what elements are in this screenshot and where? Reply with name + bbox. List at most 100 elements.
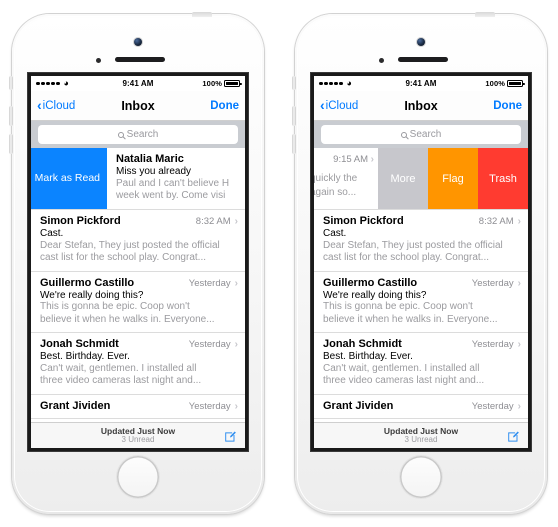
chevron-right-icon: › <box>234 400 238 412</box>
status-battery-area-right: 100% <box>437 79 525 88</box>
email-sender: Jonah Schmidt <box>40 338 119 350</box>
flag-button[interactable]: Flag <box>428 148 478 209</box>
back-button-right[interactable]: ‹ iCloud <box>320 98 359 112</box>
home-button-left[interactable] <box>117 456 159 498</box>
chevron-right-icon: › <box>517 400 521 412</box>
navigation-bar-left: ‹ iCloud Inbox Done <box>31 91 245 121</box>
email-time: Yesterday <box>188 277 231 289</box>
chevron-right-icon: › <box>517 277 521 289</box>
email-preview: This is gonna be epic. Coop won't believ… <box>323 301 521 326</box>
volume-down-button-right[interactable] <box>292 134 296 154</box>
email-time: Yesterday <box>471 339 514 350</box>
search-icon-right <box>400 131 407 138</box>
volume-up-button-left[interactable] <box>9 106 13 126</box>
chevron-left-icon-left: ‹ <box>37 97 42 113</box>
email-sender: Jonah Schmidt <box>323 338 402 350</box>
status-signal-area-right: ◕ <box>319 79 405 88</box>
search-input-right[interactable]: Search <box>321 125 521 144</box>
table-row[interactable]: Jonah Schmidt Yesterday › Best. Birthday… <box>314 333 528 395</box>
partial-preview-line-1: quickly the <box>314 173 358 184</box>
swiped-row-partial-content[interactable]: 9:15 AM › quickly the again so... <box>314 148 378 209</box>
mute-switch-left[interactable] <box>9 76 13 90</box>
back-button-label-right: iCloud <box>325 99 359 112</box>
compose-icon-right[interactable] <box>507 429 520 442</box>
trash-button[interactable]: Trash <box>478 148 528 209</box>
home-button-right[interactable] <box>400 456 442 498</box>
email-time: Yesterday <box>471 277 514 289</box>
email-time: Yesterday <box>188 400 231 412</box>
power-button-right[interactable] <box>475 12 495 17</box>
email-preview-line-1: This is gonna be epic. Coop won't <box>323 301 473 312</box>
email-subject: Best. Birthday. Ever. <box>323 351 413 362</box>
more-button[interactable]: More <box>378 148 428 209</box>
email-preview-line-2: week went by. Come visi <box>116 190 226 201</box>
back-button-left[interactable]: ‹ iCloud <box>37 97 76 113</box>
email-preview-line-2: cast list for the school play. Congrat..… <box>40 252 207 263</box>
screenshot-stage: ◕ 9:41 AM 100% ‹ iCloud Inbox Done Searc… <box>0 0 558 527</box>
volume-up-button-right[interactable] <box>292 106 296 126</box>
battery-icon-left <box>224 80 242 87</box>
mark-as-read-button[interactable]: Mark as Read <box>31 148 107 209</box>
email-preview-line-2: three video cameras last night and... <box>323 375 485 386</box>
email-time: 8:32 AM <box>478 216 514 227</box>
table-row[interactable]: Jonah Schmidt Yesterday › Best. Birthday… <box>31 333 245 395</box>
email-list-right: 9:15 AM › quickly the again so... More F… <box>314 148 528 419</box>
table-row[interactable]: Guillermo Castillo Yesterday › We're rea… <box>31 272 245 333</box>
email-subject: We're really doing this? <box>323 289 427 301</box>
table-row[interactable]: Grant Jividen Yesterday › <box>31 395 245 419</box>
table-row[interactable]: Simon Pickford 8:32 AM › Cast. Dear Stef… <box>31 210 245 272</box>
done-button-right[interactable]: Done <box>493 100 522 112</box>
status-bar-left: ◕ 9:41 AM 100% <box>31 76 245 91</box>
email-sender: Guillermo Castillo <box>323 276 418 289</box>
table-row[interactable]: Grant Jividen Yesterday › <box>314 395 528 419</box>
email-preview-line-2: three video cameras last night and... <box>40 375 202 386</box>
email-subject: Best. Birthday. Ever. <box>40 351 130 362</box>
power-button-left[interactable] <box>192 12 212 17</box>
swiped-row-content-left[interactable]: Natalia Maric Miss you already Paul and … <box>107 148 245 209</box>
email-row-header: Simon Pickford 8:32 AM › <box>323 215 521 227</box>
email-preview-line-2: believe it when he walks in. Everyone... <box>323 313 498 325</box>
email-sender: Simon Pickford <box>40 215 121 227</box>
email-row-header: Simon Pickford 8:32 AM › <box>40 215 238 227</box>
email-time: Yesterday <box>188 339 231 350</box>
navigation-bar-right: ‹ iCloud Inbox Done <box>314 91 528 121</box>
chevron-right-icon: › <box>517 339 521 350</box>
email-preview-line-1: Paul and I can't believe H <box>116 177 230 189</box>
mute-switch-right[interactable] <box>292 76 296 90</box>
status-time-right: 9:41 AM <box>405 79 437 88</box>
unread-count-text: 3 Unread <box>121 434 155 444</box>
status-battery-area-left: 100% <box>154 79 242 88</box>
search-input-left[interactable]: Search <box>38 125 238 144</box>
email-preview-line-2: cast list for the school play. Congrat..… <box>323 252 490 263</box>
battery-percent-left: 100% <box>202 79 222 88</box>
iphone-device-left: ◕ 9:41 AM 100% ‹ iCloud Inbox Done Searc… <box>9 12 264 514</box>
battery-percent-right: 100% <box>485 79 505 88</box>
email-row-header: Grant Jividen Yesterday › <box>40 400 238 412</box>
proximity-sensor-right <box>379 58 384 63</box>
back-button-label-left: iCloud <box>42 99 76 112</box>
email-row-header: Guillermo Castillo Yesterday › <box>40 277 238 289</box>
bottom-toolbar-left: Updated Just Now 3 Unread <box>31 422 245 448</box>
compose-icon-left[interactable] <box>224 429 237 442</box>
search-bar-right: Search <box>314 121 528 148</box>
email-preview: Dear Stefan, They just posted the offici… <box>323 240 521 265</box>
partial-row-time-wrap: 9:15 AM › <box>314 154 378 165</box>
done-button-left[interactable]: Done <box>210 100 239 112</box>
email-preview-line-1: This is gonna be epic. Coop won't <box>40 301 190 312</box>
email-sender: Simon Pickford <box>323 215 404 227</box>
search-bar-left: Search <box>31 121 245 148</box>
partial-preview-line-2: again so... <box>314 186 357 198</box>
email-preview: Paul and I can't believe H week went by.… <box>116 178 245 203</box>
table-row[interactable]: Guillermo Castillo Yesterday › We're rea… <box>314 272 528 333</box>
email-preview: This is gonna be epic. Coop won't believ… <box>40 301 238 326</box>
unread-count-text: 3 Unread <box>404 434 438 444</box>
sync-status: Updated Just Now 3 Unread <box>384 426 458 444</box>
email-list-left: Mark as Read Natalia Maric Miss you alre… <box>31 148 245 419</box>
volume-down-button-left[interactable] <box>9 134 13 154</box>
status-bar-right: ◕ 9:41 AM 100% <box>314 76 528 91</box>
email-preview: Can't wait, gentlemen. I installed all t… <box>40 363 238 388</box>
email-sender: Grant Jividen <box>323 399 394 412</box>
table-row[interactable]: Simon Pickford 8:32 AM › Cast. Dear Stef… <box>314 210 528 272</box>
earpiece-speaker-right <box>398 57 448 62</box>
email-time: 8:32 AM <box>195 216 231 227</box>
